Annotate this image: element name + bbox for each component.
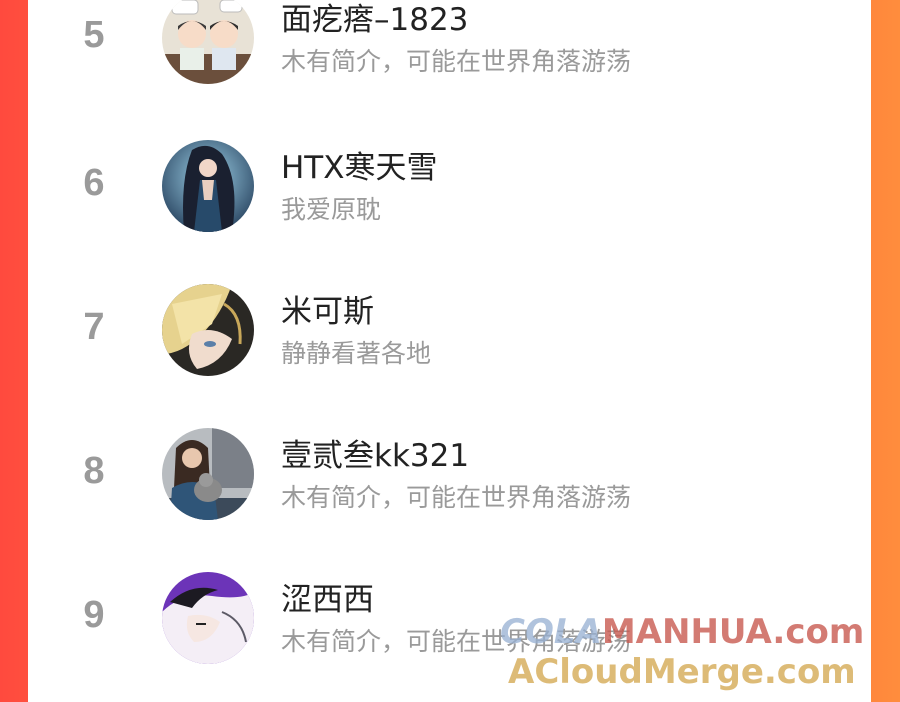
avatar-image: [162, 428, 254, 520]
ranking-list-card: 5 面疙瘩–1823 木有简介，可能在世界角落游荡 6 HTX寒天雪 我爱原耽 …: [28, 0, 871, 702]
ranking-row[interactable]: 5 面疙瘩–1823 木有简介，可能在世界角落游荡: [28, 0, 871, 102]
avatar-image: [162, 140, 254, 232]
user-name[interactable]: 面疙瘩–1823: [281, 0, 468, 39]
user-bio: 木有简介，可能在世界角落游荡: [281, 47, 632, 76]
ranking-row[interactable]: 7 米可斯 静静看著各地: [28, 284, 871, 394]
user-bio: 静静看著各地: [281, 339, 432, 368]
user-name[interactable]: 壹贰叁kk321: [281, 430, 469, 475]
avatar-image: [162, 572, 254, 664]
user-name[interactable]: 米可斯: [281, 286, 374, 331]
rank-number: 6: [83, 162, 105, 204]
rank-number: 5: [83, 14, 105, 56]
watermark-suffix: MANHUA.com: [601, 612, 865, 652]
user-bio: 我爱原耽: [281, 195, 382, 224]
rank-number: 9: [83, 594, 105, 636]
two-chibi-characters-avatar[interactable]: [162, 0, 254, 84]
watermark-acloudmerge: ACloudMerge.com: [508, 652, 856, 692]
ranking-row[interactable]: 6 HTX寒天雪 我爱原耽: [28, 140, 871, 250]
dark-haired-woman-in-blue-dress-avatar[interactable]: [162, 140, 254, 232]
rank-number: 7: [83, 306, 105, 348]
avatar-image: [162, 0, 254, 84]
ranking-row[interactable]: 8 壹贰叁kk321 木有简介，可能在世界角落游荡: [28, 428, 871, 538]
user-bio: 木有简介，可能在世界角落游荡: [281, 483, 632, 512]
blonde-anime-character-avatar[interactable]: [162, 284, 254, 376]
woman-holding-cat-avatar[interactable]: [162, 428, 254, 520]
user-name[interactable]: HTX寒天雪: [281, 142, 437, 187]
watermark-prefix: COLA: [500, 612, 602, 652]
avatar-image: [162, 284, 254, 376]
watermark-colamanhua: COLAMANHUA.com: [500, 612, 864, 652]
rank-number: 8: [83, 450, 105, 492]
sleeping-manga-boy-purple-avatar[interactable]: [162, 572, 254, 664]
user-name[interactable]: 涩西西: [281, 574, 374, 619]
